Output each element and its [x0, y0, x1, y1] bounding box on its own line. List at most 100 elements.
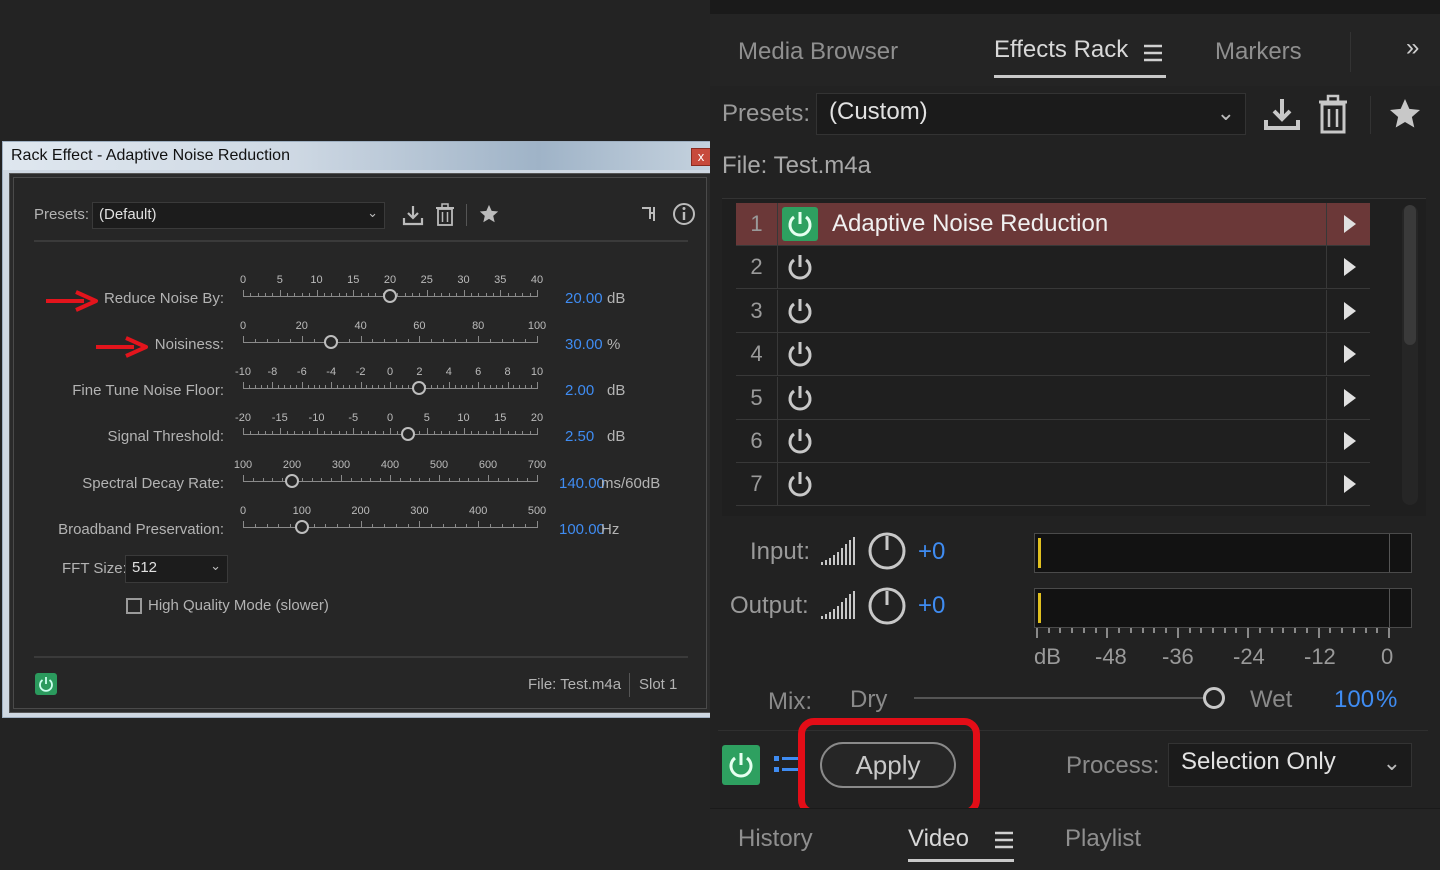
- param-slider[interactable]: -20 -15 -10 -5 0 5 10 15 20: [235, 412, 543, 446]
- slider-thumb[interactable]: [294, 520, 309, 534]
- rack-scrollbar[interactable]: [1402, 205, 1418, 505]
- slider-track[interactable]: [243, 342, 537, 343]
- routing-icon[interactable]: [640, 203, 662, 225]
- mix-value[interactable]: 100: [1334, 686, 1374, 714]
- slider-tick: [243, 428, 244, 435]
- slider-thumb[interactable]: [324, 335, 339, 349]
- process-dropdown[interactable]: Selection Only ⌄: [1168, 743, 1412, 787]
- delete-preset-icon[interactable]: [1317, 94, 1349, 134]
- slot-expand-button[interactable]: [1326, 420, 1370, 462]
- save-preset-icon[interactable]: [1262, 96, 1302, 132]
- input-gain-knob[interactable]: [868, 532, 906, 570]
- rack-slot-row[interactable]: 2: [736, 246, 1370, 290]
- panel-tabs: Media Browser Effects Rack Markers »: [710, 14, 1440, 86]
- rack-slot-row[interactable]: 5: [736, 376, 1370, 420]
- slot-expand-button[interactable]: [1326, 376, 1370, 419]
- high-quality-checkbox[interactable]: [126, 598, 142, 614]
- param-slider[interactable]: 0 20 40 60 80 100: [240, 320, 546, 354]
- slot-expand-button[interactable]: [1326, 289, 1370, 332]
- slot-expand-button[interactable]: [1326, 203, 1370, 245]
- slider-tick: [350, 478, 352, 482]
- slot-power-toggle[interactable]: [782, 467, 818, 501]
- power-icon: [788, 342, 812, 367]
- slot-power-toggle[interactable]: [782, 424, 818, 458]
- tab-markers[interactable]: Markers: [1215, 38, 1302, 66]
- db-ruler-tick: [1141, 628, 1144, 633]
- panel-menu-icon[interactable]: [1143, 44, 1163, 62]
- slider-tick: [470, 293, 472, 297]
- close-button[interactable]: x: [691, 148, 711, 166]
- tab-media-browser[interactable]: Media Browser: [738, 38, 898, 66]
- param-value[interactable]: 2.00: [565, 382, 594, 399]
- slider-tick: [341, 475, 342, 482]
- slider-tick: [331, 431, 333, 435]
- mix-slider-track[interactable]: [914, 697, 1214, 699]
- slot-effect-name[interactable]: Adaptive Noise Reduction: [832, 210, 1108, 238]
- master-power-toggle[interactable]: [722, 745, 760, 785]
- slider-thumb[interactable]: [412, 381, 427, 395]
- rack-slot-row[interactable]: 7: [736, 463, 1370, 507]
- tab-effects-rack[interactable]: Effects Rack: [994, 36, 1128, 64]
- rack-slot-row[interactable]: 1 Adaptive Noise Reduction: [736, 203, 1370, 246]
- save-preset-icon[interactable]: [402, 204, 424, 226]
- db-ruler-tick: [1258, 628, 1261, 633]
- slot-label: Slot 1: [639, 676, 678, 693]
- favorite-star-icon[interactable]: [478, 203, 500, 225]
- slider-thumb[interactable]: [383, 289, 397, 303]
- overflow-chevrons-icon[interactable]: »: [1406, 34, 1419, 62]
- rack-slot-row[interactable]: 4: [736, 333, 1370, 377]
- power-toggle[interactable]: [35, 673, 57, 695]
- slot-expand-button[interactable]: [1326, 246, 1370, 289]
- tab-playlist[interactable]: Playlist: [1065, 825, 1141, 853]
- db-scale-label: 0: [1381, 644, 1394, 669]
- slot-power-toggle[interactable]: [782, 207, 818, 241]
- slider-tick: [345, 431, 347, 435]
- red-arrow-icon: [46, 290, 98, 312]
- slider-tick: [434, 293, 436, 297]
- slot-power-toggle[interactable]: [782, 381, 818, 415]
- slot-expand-button[interactable]: [1326, 333, 1370, 376]
- slider-tick: [325, 524, 327, 528]
- param-slider[interactable]: -10 -8 -6 -4 -2 0 2 4 6 8 10: [235, 366, 543, 400]
- info-icon[interactable]: [672, 202, 696, 226]
- tick-label: 30: [457, 274, 470, 286]
- param-slider[interactable]: 100 200 300 400 500 600 700: [234, 459, 546, 493]
- slider-thumb[interactable]: [284, 474, 299, 488]
- presets-dropdown[interactable]: (Default) ⌄: [92, 202, 385, 229]
- tick-label: 20: [295, 320, 308, 332]
- tick-label: 20: [530, 412, 544, 424]
- param-value[interactable]: 100.00: [559, 521, 605, 538]
- slider-tick: [485, 431, 487, 435]
- slot-expand-button[interactable]: [1326, 463, 1370, 506]
- param-value[interactable]: 30.00: [565, 336, 603, 353]
- slider-tick: [513, 385, 515, 389]
- rack-slot-row[interactable]: 6: [736, 420, 1370, 463]
- output-gain-value[interactable]: +0: [918, 592, 945, 620]
- slot-power-toggle[interactable]: [782, 294, 818, 328]
- delete-preset-icon[interactable]: [435, 203, 455, 227]
- param-value[interactable]: 20.00: [565, 290, 603, 307]
- slot-power-toggle[interactable]: [782, 250, 818, 284]
- slider-track[interactable]: [243, 527, 537, 528]
- scrollbar-thumb[interactable]: [1404, 205, 1416, 345]
- param-value[interactable]: 140.00: [559, 475, 605, 492]
- slot-power-toggle[interactable]: [782, 337, 818, 371]
- panel-menu-icon[interactable]: [994, 831, 1014, 849]
- param-slider[interactable]: 0 5 10 15 20 25 30 35 40: [240, 274, 543, 308]
- mix-slider-thumb[interactable]: [1203, 687, 1225, 709]
- presets-dropdown[interactable]: (Custom) ⌄: [816, 93, 1246, 135]
- favorite-star-icon[interactable]: [1386, 96, 1424, 132]
- tab-video[interactable]: Video: [908, 825, 969, 853]
- param-slider[interactable]: 0 100 200 300 400 500: [240, 505, 546, 539]
- dialog-titlebar[interactable]: Rack Effect - Adaptive Noise Reduction x: [3, 142, 717, 170]
- slider-thumb[interactable]: [401, 427, 416, 441]
- slider-tick: [313, 339, 315, 343]
- input-gain-value[interactable]: +0: [918, 538, 945, 566]
- param-value[interactable]: 2.50: [565, 428, 594, 445]
- db-ruler-tick: [1341, 628, 1344, 633]
- rack-slot-row[interactable]: 3: [736, 289, 1370, 333]
- output-gain-knob[interactable]: [868, 587, 906, 625]
- fft-size-dropdown[interactable]: 512 ⌄: [125, 555, 228, 583]
- slider-tick: [294, 431, 296, 435]
- tab-history[interactable]: History: [738, 825, 813, 853]
